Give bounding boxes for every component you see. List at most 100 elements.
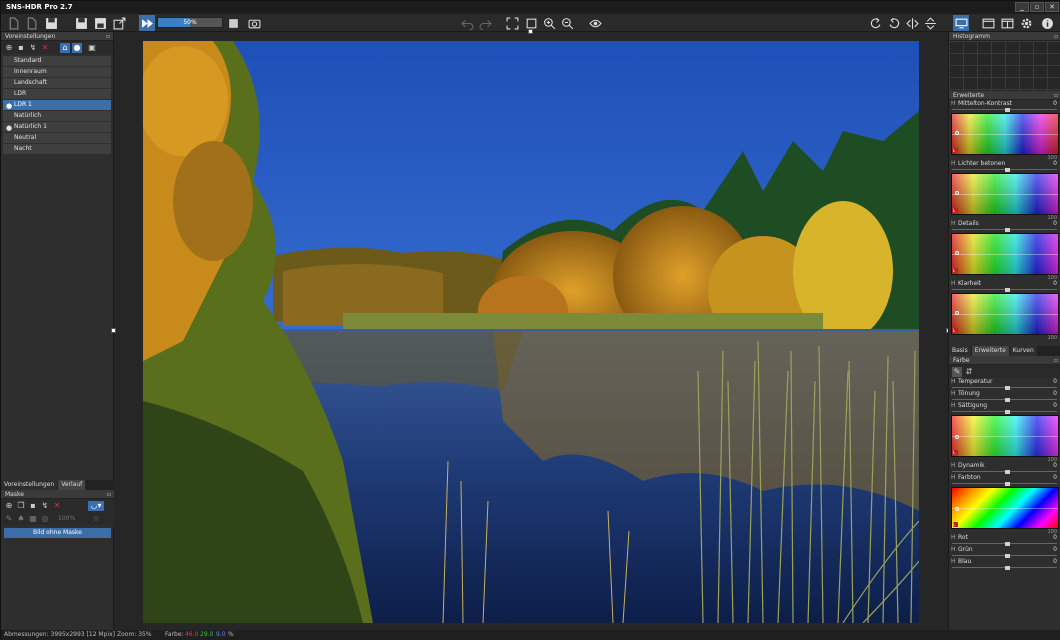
no-mask-button[interactable]: Bild ohne Maske <box>4 528 111 538</box>
close-button[interactable]: ✕ <box>1045 2 1059 12</box>
undo-icon[interactable] <box>459 15 475 31</box>
tab-erweiterte[interactable]: Erweiterte <box>971 346 1009 356</box>
add-mask-icon[interactable]: ⊕ <box>4 501 14 511</box>
save-menu-icon[interactable] <box>43 15 59 31</box>
zoom-out-icon[interactable] <box>559 15 575 31</box>
tab-presets[interactable]: Voreinstellungen <box>1 480 58 490</box>
reset-color-icon[interactable]: ⇵ <box>964 367 974 377</box>
preset-item[interactable]: Neutral <box>3 133 111 143</box>
mask-zoom[interactable]: 100% <box>58 515 75 522</box>
preset-item[interactable]: ● Natürlich 1 <box>3 122 111 132</box>
slider-knob[interactable] <box>1005 228 1010 232</box>
slider-label: Blau <box>958 558 972 565</box>
pin-icon[interactable]: ▫ <box>1054 91 1058 100</box>
process-icon[interactable] <box>139 15 155 31</box>
slider-knob[interactable] <box>1005 566 1010 570</box>
rename-preset-icon[interactable]: ↯ <box>28 43 38 53</box>
info-icon[interactable] <box>1039 15 1055 31</box>
layout-single-icon[interactable] <box>980 15 996 31</box>
gradient-icon[interactable]: ▦ <box>28 514 38 524</box>
preset-item[interactable]: ● LDR 1 <box>3 100 111 110</box>
star-icon[interactable]: ☆ <box>91 514 101 524</box>
slider[interactable]: H Klarheit 0 <box>949 280 1060 292</box>
slider[interactable]: H Sättigung 0 <box>949 402 1060 414</box>
pin-icon[interactable]: ▫ <box>106 32 110 41</box>
slider[interactable]: H Tönung 0 <box>949 390 1060 402</box>
layout-split-icon[interactable] <box>999 15 1015 31</box>
stop-icon[interactable] <box>225 15 241 31</box>
slider-label: Sättigung <box>958 402 988 409</box>
curve-gradient[interactable]: L 100 <box>951 173 1059 221</box>
rename-mask-icon[interactable]: ↯ <box>40 501 50 511</box>
rotate-left-icon[interactable] <box>886 15 902 31</box>
curve-gradient[interactable]: L 100 <box>951 233 1059 281</box>
user-presets-icon[interactable]: ● <box>72 42 82 53</box>
preset-item[interactable]: LDR <box>3 89 111 99</box>
crop-handle-left[interactable] <box>111 328 116 333</box>
slider-value: 0 <box>1053 462 1057 469</box>
slider-knob[interactable] <box>1005 168 1010 172</box>
export-icon[interactable] <box>111 15 127 31</box>
preset-item[interactable]: Standard <box>3 56 111 66</box>
gear-icon[interactable] <box>1018 15 1034 31</box>
saturation-gradient[interactable]: L 100 <box>951 415 1059 463</box>
tab-kurven[interactable]: Kurven <box>1009 346 1037 356</box>
flip-vertical-icon[interactable] <box>922 15 938 31</box>
copy-mask-icon[interactable]: ❐ <box>16 501 26 511</box>
rotate-right-icon[interactable] <box>867 15 883 31</box>
tab-history[interactable]: Verlauf <box>58 480 86 490</box>
flip-horizontal-icon[interactable] <box>904 15 920 31</box>
save-icon[interactable] <box>73 15 89 31</box>
maximize-button[interactable]: ▫ <box>1030 2 1044 12</box>
import-preset-icon[interactable]: ▣ <box>87 43 97 53</box>
image-canvas[interactable] <box>111 29 951 630</box>
new-file-icon[interactable] <box>5 15 21 31</box>
curve-gradient[interactable]: L 100 <box>951 293 1059 341</box>
slider[interactable]: H Details 0 <box>949 220 1060 232</box>
camera-icon[interactable] <box>246 15 262 31</box>
slider[interactable]: H Farbton 0 <box>949 474 1060 486</box>
preset-item[interactable]: Innenraum <box>3 67 111 77</box>
slider[interactable]: H Mittelton-Kontrast 0 <box>949 100 1060 112</box>
tab-basis[interactable]: Basis <box>949 346 971 356</box>
builtin-presets-icon[interactable]: ⌂ <box>60 42 70 53</box>
slider-knob[interactable] <box>1005 108 1010 112</box>
curve-gradient[interactable]: L 100 <box>951 113 1059 161</box>
slider[interactable]: H Rot 0 <box>949 534 1060 546</box>
minimize-button[interactable]: _ <box>1015 2 1029 12</box>
save-preset-icon[interactable]: ▪ <box>16 43 26 53</box>
save-as-icon[interactable] <box>92 15 108 31</box>
slider[interactable]: H Blau 0 <box>949 558 1060 570</box>
crop-handle-top[interactable] <box>528 29 533 34</box>
monitor-icon[interactable] <box>953 15 969 31</box>
hue-gradient[interactable]: L 100 <box>951 487 1059 535</box>
slider-knob[interactable] <box>1005 410 1010 414</box>
brush-icon[interactable]: ✎ <box>4 514 14 524</box>
eyedropper-icon[interactable]: ✎ <box>952 366 962 377</box>
slider[interactable]: H Grün 0 <box>949 546 1060 558</box>
open-file-icon[interactable] <box>23 15 39 31</box>
preview-eye-icon[interactable] <box>587 15 603 31</box>
redo-icon[interactable] <box>477 15 493 31</box>
pin-icon[interactable]: ▫ <box>107 490 111 499</box>
pin-icon[interactable]: ▫ <box>1054 32 1058 41</box>
fill-icon[interactable]: ♠ <box>16 514 26 524</box>
slider-knob[interactable] <box>1005 288 1010 292</box>
slider-knob[interactable] <box>1005 482 1010 486</box>
zoom-in-icon[interactable] <box>541 15 557 31</box>
add-preset-icon[interactable]: ⊕ <box>4 43 14 53</box>
slider[interactable]: H Temperatur 0 <box>949 378 1060 390</box>
preset-item[interactable]: Natürlich <box>3 111 111 121</box>
pin-icon[interactable]: ▫ <box>1054 356 1058 365</box>
preset-item[interactable]: Landschaft <box>3 78 111 88</box>
slider[interactable]: H Dynamik 0 <box>949 462 1060 474</box>
delete-mask-icon[interactable]: ✕ <box>52 501 62 511</box>
fit-screen-icon[interactable] <box>504 15 520 31</box>
preset-item[interactable]: Nacht <box>3 144 111 154</box>
save-mask-icon[interactable]: ▪ <box>28 501 38 511</box>
hdr-photo[interactable] <box>143 41 919 623</box>
eraser-icon[interactable]: ◎ <box>40 514 50 524</box>
mask-mode-icon[interactable]: ◡▾ <box>88 500 104 511</box>
delete-preset-icon[interactable]: ✕ <box>40 43 50 53</box>
slider[interactable]: H Lichter betonen 0 <box>949 160 1060 172</box>
